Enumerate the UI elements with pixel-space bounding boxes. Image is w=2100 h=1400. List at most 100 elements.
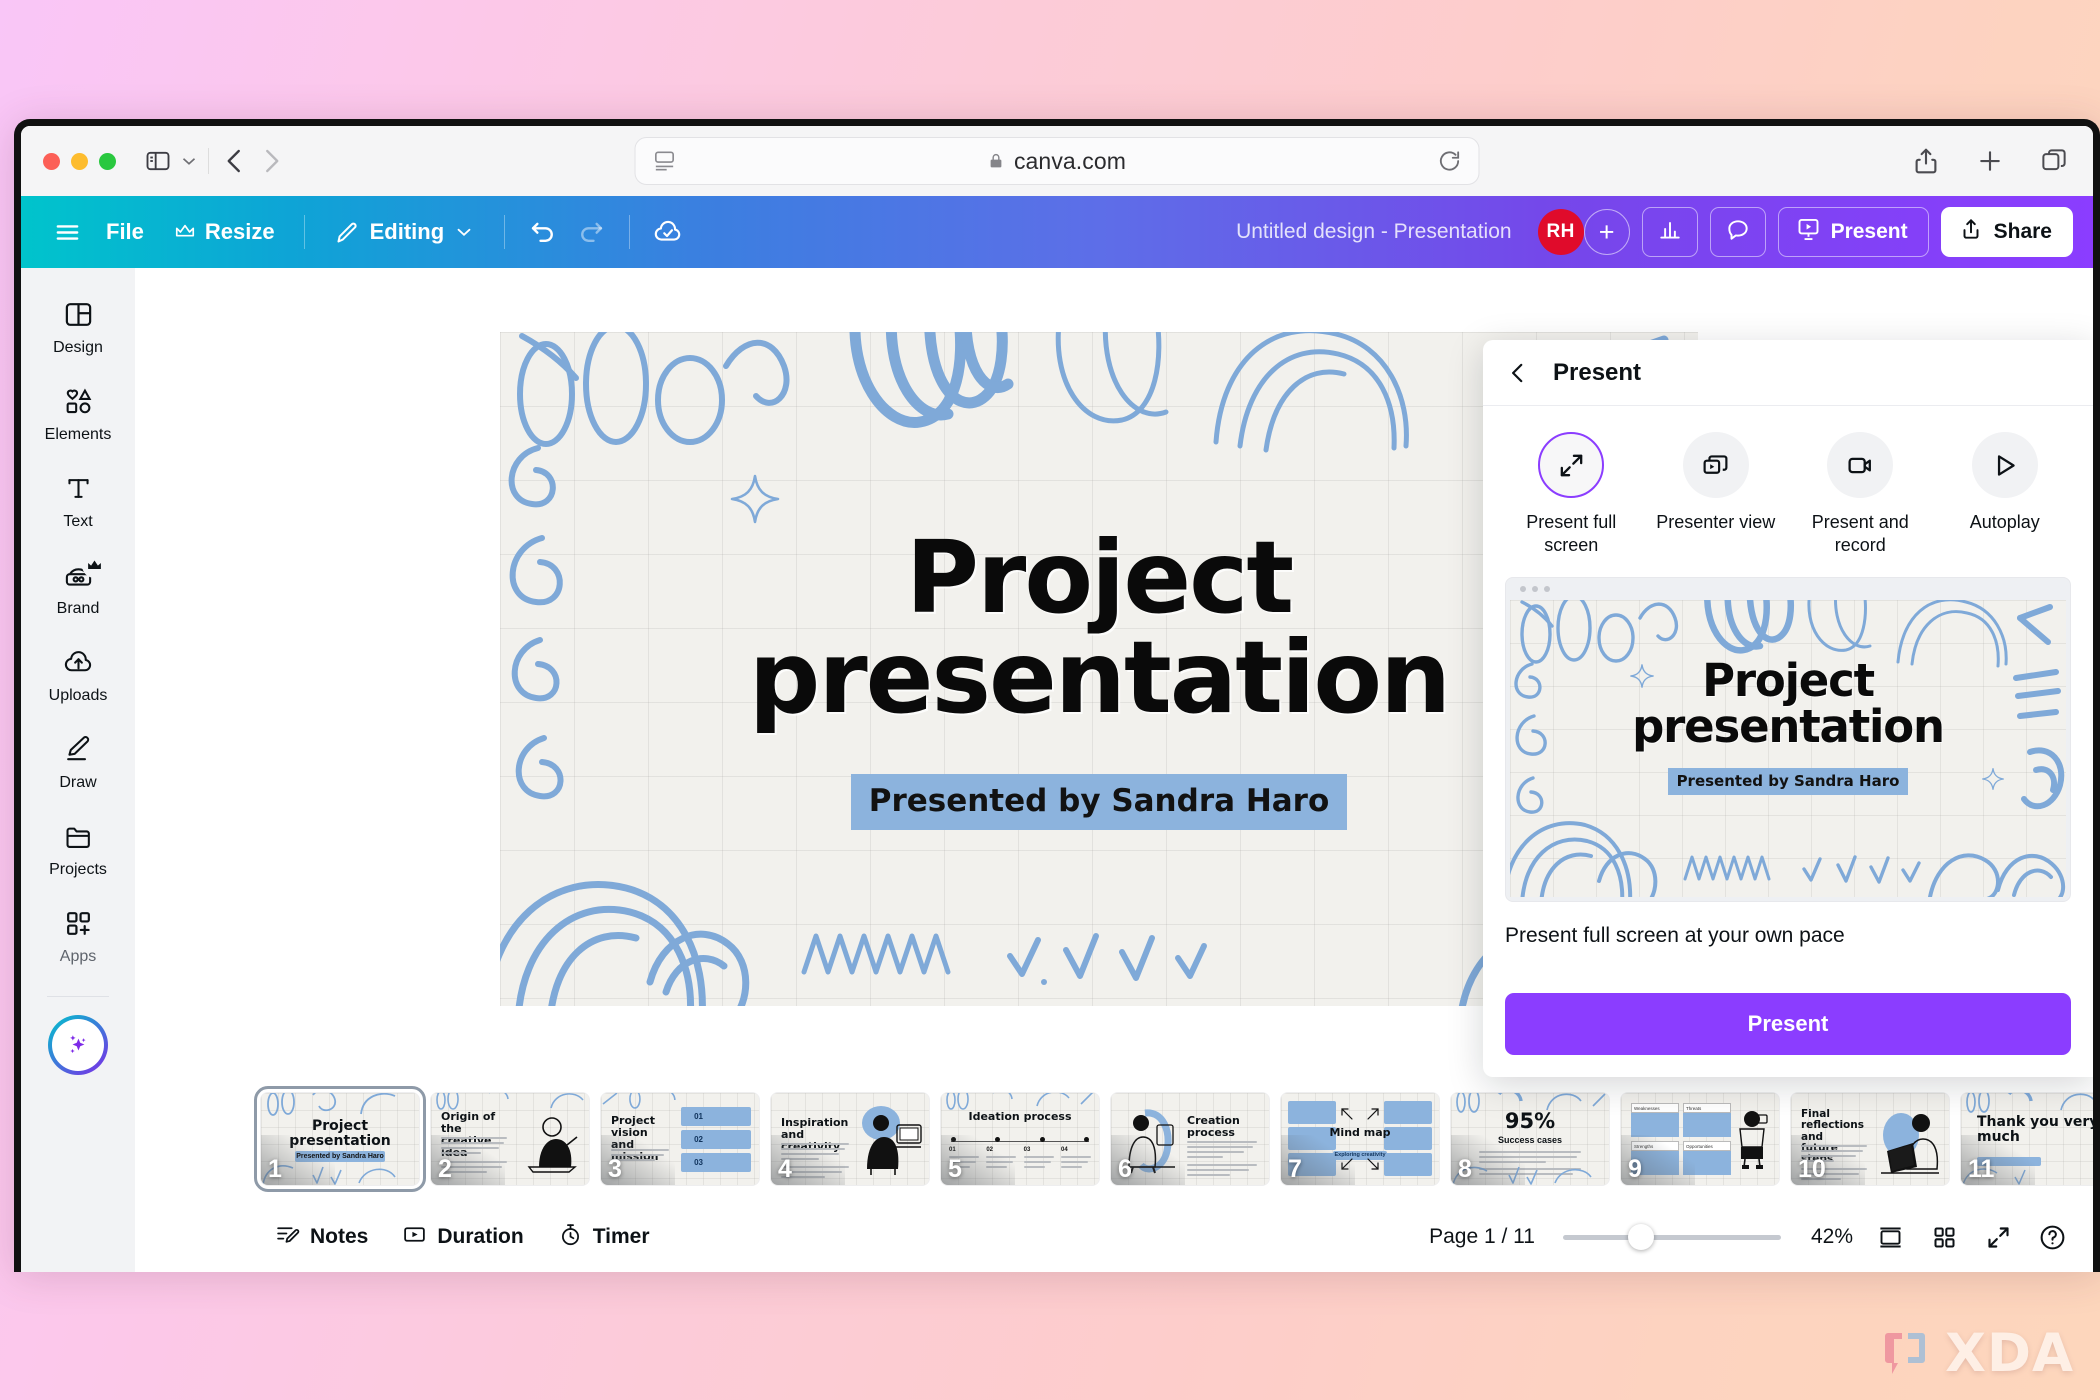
slide-thumbnail-5[interactable]: Ideation process 01 02 0 — [941, 1093, 1099, 1185]
editing-mode-button[interactable]: Editing — [319, 210, 491, 255]
thumb-title-5: Ideation process — [968, 1110, 1072, 1123]
slide-thumbnail-1[interactable]: Project presentation Presented by Sandra… — [254, 1086, 426, 1192]
slide-thumbnail-7[interactable]: Mind map Exploring creativity 7 — [1281, 1093, 1439, 1185]
redo-icon[interactable] — [567, 208, 615, 256]
slide-thumbnail-4[interactable]: Inspiration and creativity — [771, 1093, 929, 1185]
grid-view-icon[interactable] — [1927, 1220, 1961, 1254]
minimize-window-button[interactable] — [71, 152, 88, 170]
mode-present-full-screen[interactable]: Present full screen — [1505, 432, 1637, 557]
insights-button[interactable] — [1641, 207, 1698, 257]
back-chevron-icon[interactable] — [1505, 360, 1531, 386]
add-collaborator-button[interactable]: + — [1583, 209, 1630, 255]
fullscreen-expand-icon[interactable] — [1981, 1220, 2015, 1254]
sidebar-label-uploads: Uploads — [48, 687, 108, 704]
sidebar-item-text[interactable]: Text — [30, 460, 126, 540]
sidebar-toggle-icon[interactable] — [142, 145, 174, 177]
preview-slide: Project presentation Presented by Sandra… — [1510, 600, 2066, 898]
slide-thumbnail-6[interactable]: Creation process 6 — [1111, 1093, 1269, 1185]
resize-button[interactable]: Resize — [159, 210, 290, 254]
slide-thumbnail-strip[interactable]: Project presentation Presented by Sandra… — [135, 1076, 2093, 1202]
zoom-slider[interactable] — [1563, 1224, 1781, 1250]
sidebar-item-brand[interactable]: Brand — [30, 547, 126, 627]
thumb-mm-cell-tr — [1384, 1101, 1432, 1124]
mode-present-and-record[interactable]: Present and record — [1794, 432, 1926, 557]
undo-icon[interactable] — [519, 208, 567, 256]
duration-button[interactable]: Duration — [388, 1214, 537, 1261]
play-triangle-icon — [1971, 432, 2038, 498]
thumb-illustration-2 — [527, 1117, 578, 1173]
maximize-window-button[interactable] — [99, 152, 116, 170]
bottom-bar: Project presentation Presented by Sandra… — [135, 1076, 2093, 1272]
thumb-number-5: 5 — [948, 1155, 962, 1183]
canva-editor: File Resize Editing Untitled design - Pr… — [21, 196, 2093, 1272]
thumb-illustration-9 — [1739, 1111, 1768, 1169]
thumb-number-10: 10 — [1798, 1155, 1826, 1183]
share-button[interactable]: Share — [1940, 207, 2073, 257]
expand-arrows-icon — [1538, 432, 1605, 498]
thumb-quad-label-1: Threats — [1683, 1103, 1731, 1113]
sidebar-dropdown-chevron-icon[interactable] — [178, 146, 200, 176]
toolbar-left-group: File Resize Editing — [43, 208, 692, 256]
sidebar-item-apps[interactable]: Apps — [30, 895, 126, 975]
thumb-mm-cell-br — [1384, 1153, 1432, 1176]
plus-icon[interactable] — [1975, 146, 2005, 176]
xda-wordmark: XDA — [1945, 1323, 2074, 1384]
close-window-button[interactable] — [43, 152, 60, 170]
pencil-icon — [334, 219, 361, 246]
avatar[interactable]: RH — [1537, 209, 1584, 255]
sidebar-label-text: Text — [63, 513, 93, 530]
sidebar-item-uploads[interactable]: Uploads — [30, 634, 126, 714]
mode-presenter-view[interactable]: Presenter view — [1650, 432, 1782, 557]
present-confirm-button[interactable]: Present — [1505, 993, 2071, 1055]
apps-grid-icon — [62, 907, 95, 940]
sidebar-item-design[interactable]: Design — [30, 286, 126, 366]
duration-label: Duration — [437, 1225, 524, 1248]
magic-studio-button[interactable] — [48, 1015, 108, 1075]
url-display[interactable]: canva.com — [678, 148, 1437, 175]
thumb-quad-0: Weaknesses — [1631, 1103, 1679, 1137]
slide-thumbnail-2[interactable]: Origin of the creative idea — [431, 1093, 589, 1185]
notes-button[interactable]: Notes — [261, 1214, 382, 1261]
browser-forward-button[interactable] — [253, 143, 289, 179]
left-sidebar: Design Elements Text Brand Uploads Draw … — [21, 268, 135, 1272]
sidebar-item-elements[interactable]: Elements — [30, 373, 126, 453]
window-controls[interactable] — [43, 152, 116, 170]
slide-thumbnail-8[interactable]: 95% Success cases 8 — [1451, 1093, 1609, 1185]
present-preview: Project presentation Presented by Sandra… — [1505, 577, 2071, 903]
tab-overview-icon[interactable] — [2039, 146, 2069, 176]
timer-button[interactable]: Timer — [544, 1214, 664, 1261]
present-panel-header: Present — [1483, 340, 2093, 406]
sidebar-item-draw[interactable]: Draw — [30, 721, 126, 801]
reload-icon[interactable] — [1437, 148, 1463, 174]
cloud-check-icon[interactable] — [644, 208, 692, 256]
help-question-icon[interactable] — [2035, 1220, 2069, 1254]
present-button[interactable]: Present — [1777, 207, 1929, 257]
slide-thumbnail-11[interactable]: Thank you very much 11 — [1961, 1093, 2093, 1185]
address-bar[interactable]: canva.com — [634, 137, 1480, 185]
design-layout-icon — [62, 298, 95, 331]
document-title[interactable]: Untitled design - Presentation — [1236, 220, 1512, 244]
duration-play-icon — [402, 1222, 427, 1253]
reader-view-icon[interactable] — [652, 148, 678, 174]
single-page-view-icon[interactable] — [1873, 1220, 1907, 1254]
thumb-item-3-0 — [681, 1107, 751, 1126]
comments-button[interactable] — [1709, 207, 1766, 257]
sidebar-item-projects[interactable]: Projects — [30, 808, 126, 888]
slide-thumbnail-10[interactable]: Final reflections and future steps — [1791, 1093, 1949, 1185]
slide-thumbnail-3[interactable]: Project vision and mission 01 02 03 — [601, 1093, 759, 1185]
hamburger-menu-icon[interactable] — [43, 208, 91, 256]
browser-back-button[interactable] — [217, 143, 253, 179]
file-menu-label: File — [106, 219, 144, 244]
zoom-slider-knob[interactable] — [1628, 1224, 1655, 1250]
magic-studio-sparkle-icon — [52, 1019, 104, 1071]
mode-autoplay[interactable]: Autoplay — [1939, 432, 2071, 557]
thumb-number-7: 7 — [1288, 1155, 1302, 1183]
slide-thumbnail-9[interactable]: Weaknesses Threats Strengths — [1621, 1093, 1779, 1185]
status-bar: Notes Duration Timer Page 1 / 11 42% — [135, 1202, 2093, 1272]
preview-dot-3 — [1544, 586, 1550, 593]
sidebar-label-projects: Projects — [49, 861, 107, 878]
resize-label: Resize — [204, 219, 275, 244]
file-menu-button[interactable]: File — [91, 210, 159, 254]
canvas-area[interactable]: Project presentation Presented by Sandra… — [135, 268, 2093, 1272]
share-icon[interactable] — [1911, 146, 1941, 176]
